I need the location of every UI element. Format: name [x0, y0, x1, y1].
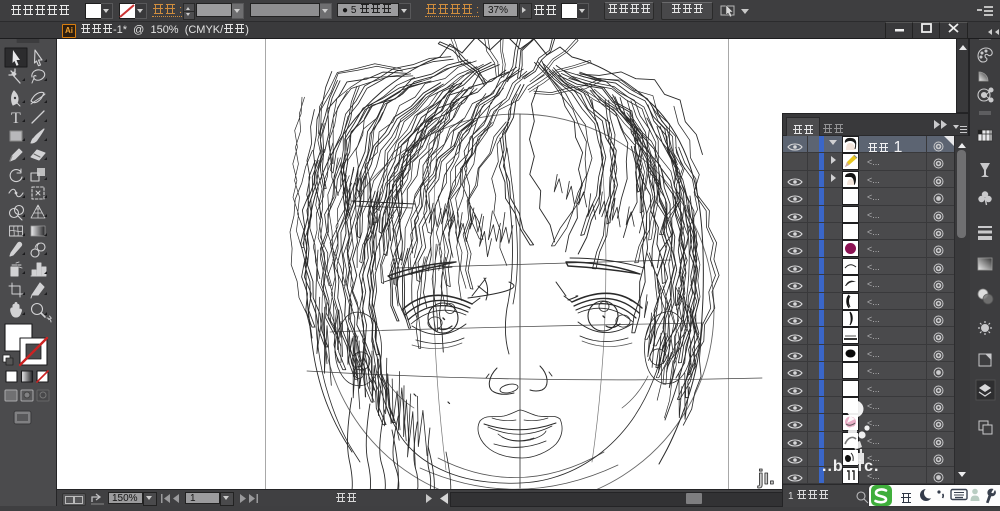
svg-text:T: T: [11, 110, 21, 127]
svg-text:jı.: jı.: [757, 467, 775, 489]
